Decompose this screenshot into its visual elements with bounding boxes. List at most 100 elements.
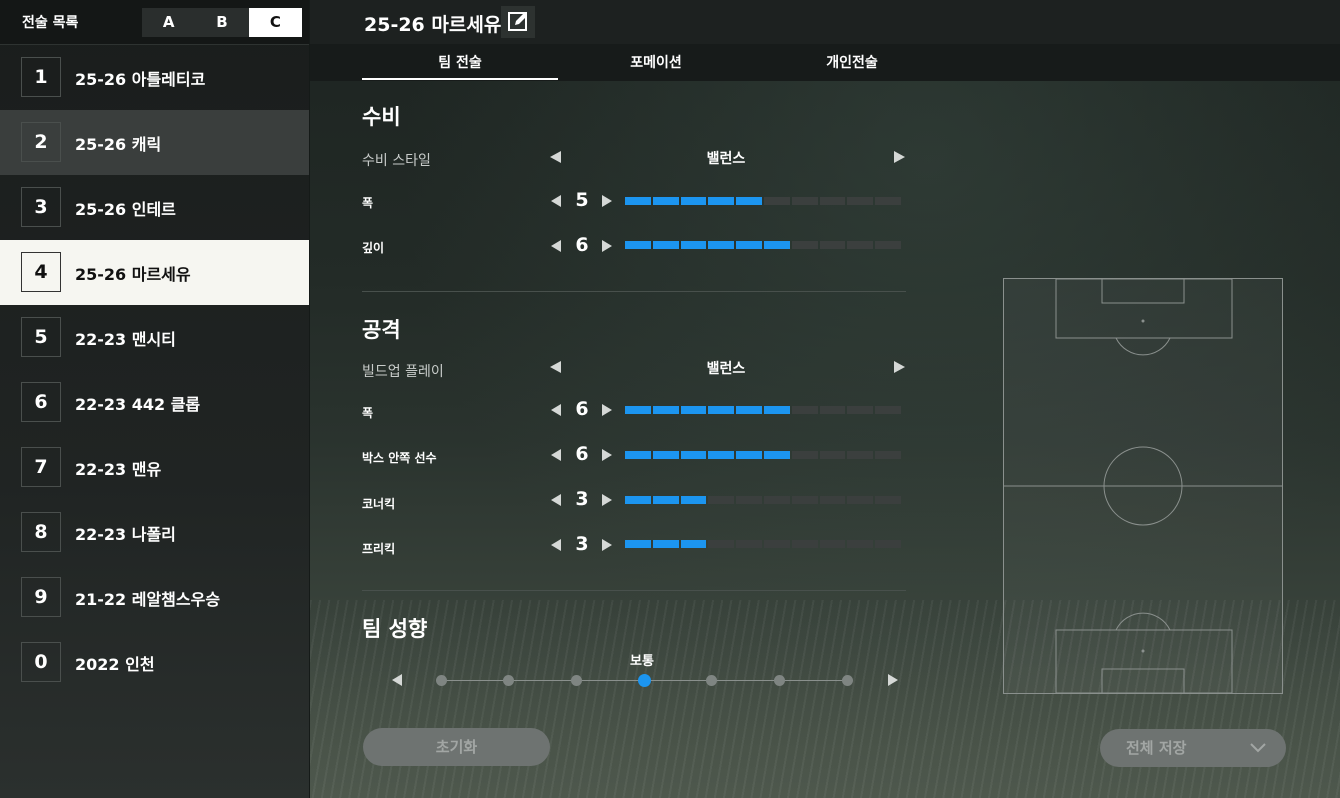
tendency-step-dot[interactable] (637, 674, 651, 687)
defense-width-label: 폭 (362, 196, 374, 210)
tactic-name: 21-22 레알챔스우승 (75, 590, 221, 609)
box-players-increase-icon[interactable] (602, 449, 612, 461)
bar-segment (875, 451, 901, 459)
tactic-number: 0 (21, 642, 61, 682)
tendency-prev-arrow-icon[interactable] (392, 674, 402, 686)
bar-segment (736, 406, 762, 414)
set-c-button[interactable]: C (248, 8, 302, 37)
tab-team-tactics[interactable]: 팀 전술 (362, 52, 558, 72)
tactic-row-1[interactable]: 1 25-26 아틀레티코 (0, 45, 309, 110)
tactic-row-0[interactable]: 0 2022 인천 (0, 630, 309, 695)
section-divider (362, 291, 906, 292)
defense-width-decrease-icon[interactable] (551, 195, 561, 207)
bar-segment (680, 406, 707, 414)
defense-style-value: 밸런스 (706, 151, 746, 167)
defense-width-increase-icon[interactable] (602, 195, 612, 207)
tactic-row-6[interactable]: 6 22-23 442 클롭 (0, 370, 309, 435)
pencil-edit-icon (508, 12, 527, 31)
bar-segment (763, 496, 790, 504)
set-b-button[interactable]: B (195, 8, 248, 37)
tactic-row-5[interactable]: 5 22-23 맨시티 (0, 305, 309, 370)
bar-segment (763, 540, 790, 548)
defense-depth-label: 깊이 (362, 241, 385, 255)
bar-segment (791, 451, 818, 459)
defense-style-prev-arrow-icon[interactable] (550, 151, 561, 163)
bar-segment (680, 540, 707, 548)
tactic-title: 25-26 마르세유 (364, 14, 502, 36)
tendency-step-dot[interactable] (435, 675, 447, 686)
bar-segment (708, 197, 735, 205)
tactic-name: 22-23 나폴리 (75, 525, 176, 544)
set-a-button[interactable]: A (142, 8, 195, 37)
bar-segment (652, 406, 679, 414)
bar-segment (819, 496, 846, 504)
corner-kick-increase-icon[interactable] (602, 494, 612, 506)
corner-kick-decrease-icon[interactable] (551, 494, 561, 506)
tactic-row-2[interactable]: 2 25-26 캐릭 (0, 110, 309, 175)
tactic-number: 8 (21, 512, 61, 552)
defense-depth-bar (625, 241, 903, 249)
tactic-set-selector: A B C (142, 8, 302, 37)
tactic-number: 3 (21, 187, 61, 227)
box-players-decrease-icon[interactable] (551, 449, 561, 461)
box-players-value: 6 (575, 443, 589, 465)
tactic-list: 1 25-26 아틀레티코 2 25-26 캐릭 3 25-26 인테르 4 25-26… (0, 45, 309, 695)
bar-segment (652, 496, 679, 504)
tab-formation[interactable]: 포메이션 (558, 52, 754, 72)
bar-segment (763, 451, 790, 459)
reset-button[interactable]: 초기화 (363, 728, 550, 766)
defense-depth-decrease-icon[interactable] (551, 240, 561, 252)
bar-segment (736, 197, 762, 205)
save-all-button[interactable]: 전체 저장 (1100, 729, 1286, 767)
tactic-name: 22-23 442 클롭 (75, 395, 201, 414)
bar-segment (875, 540, 901, 548)
team-tendency-title: 팀 성향 (362, 617, 428, 641)
bar-segment (819, 451, 846, 459)
bar-segment (652, 540, 679, 548)
buildup-prev-arrow-icon[interactable] (550, 361, 561, 373)
tactic-name: 25-26 마르세유 (75, 265, 191, 284)
tactic-row-9[interactable]: 9 21-22 레알챔스우승 (0, 565, 309, 630)
pitch-lines (1004, 278, 1282, 694)
bar-segment (847, 197, 874, 205)
bar-segment (847, 451, 874, 459)
tactic-number: 6 (21, 382, 61, 422)
chevron-down-icon (1250, 743, 1266, 753)
tab-individual-tactics[interactable]: 개인전술 (754, 52, 950, 72)
tactic-row-7[interactable]: 7 22-23 맨유 (0, 435, 309, 500)
tactic-list-header: 전술 목록 A B C (0, 0, 309, 45)
bar-segment (847, 241, 874, 249)
tactic-number: 9 (21, 577, 61, 617)
tendency-step-dot[interactable] (570, 675, 582, 686)
tactic-name: 22-23 맨시티 (75, 330, 176, 349)
bar-segment (625, 451, 651, 459)
tactic-number: 2 (21, 122, 61, 162)
free-kick-increase-icon[interactable] (602, 539, 612, 551)
bar-segment (875, 406, 901, 414)
tendency-step-dot[interactable] (841, 675, 853, 686)
bar-segment (708, 496, 735, 504)
attack-width-decrease-icon[interactable] (551, 404, 561, 416)
defense-style-label: 수비 스타일 (362, 153, 431, 169)
buildup-next-arrow-icon[interactable] (894, 361, 905, 373)
bar-segment (652, 197, 679, 205)
buildup-play-label: 빌드업 플레이 (362, 364, 444, 380)
defense-width-bar (625, 197, 903, 205)
defense-depth-increase-icon[interactable] (602, 240, 612, 252)
tactic-name: 2022 인천 (75, 655, 155, 674)
defense-style-next-arrow-icon[interactable] (894, 151, 905, 163)
tactic-row-4[interactable]: 4 25-26 마르세유 (0, 240, 309, 305)
bar-segment (819, 197, 846, 205)
tactic-row-8[interactable]: 8 22-23 나폴리 (0, 500, 309, 565)
attack-width-increase-icon[interactable] (602, 404, 612, 416)
corner-kick-label: 코너킥 (362, 497, 396, 511)
tactic-number: 1 (21, 57, 61, 97)
tactic-list-panel: 전술 목록 A B C 1 25-26 아틀레티코 2 25-26 캐릭 3 25-2… (0, 0, 309, 798)
edit-title-button[interactable] (501, 6, 535, 38)
tendency-step-dot[interactable] (773, 675, 785, 686)
tactic-row-3[interactable]: 3 25-26 인테르 (0, 175, 309, 240)
free-kick-decrease-icon[interactable] (551, 539, 561, 551)
tendency-next-arrow-icon[interactable] (888, 674, 898, 686)
bar-segment (736, 540, 762, 548)
tactic-name: 25-26 아틀레티코 (75, 70, 206, 89)
